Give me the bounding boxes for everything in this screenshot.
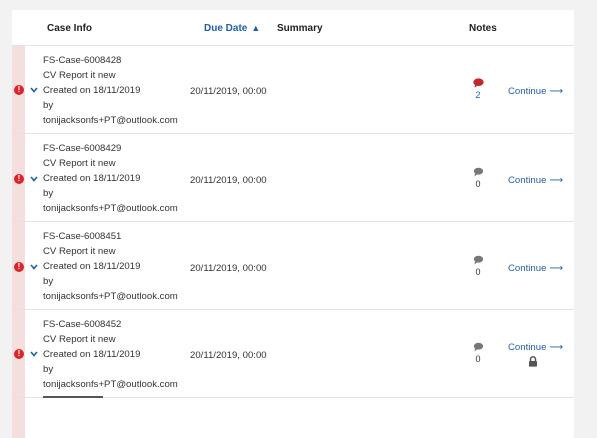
due-date: 20/11/2019, 00:00 bbox=[190, 350, 267, 361]
case-email: tonijacksonfs+PT@outlook.com bbox=[43, 115, 178, 126]
case-by: by bbox=[43, 188, 54, 199]
notes-count: 0 bbox=[475, 267, 481, 277]
case-info: FS-Case-6008451 CV Report it new Created… bbox=[43, 229, 178, 304]
arrow-right-icon[interactable]: ⟶ bbox=[549, 342, 563, 353]
arrow-right-icon[interactable]: ⟶ bbox=[549, 175, 563, 186]
case-info: FS-Case-6008452 CV Report it new Created… bbox=[43, 317, 178, 392]
case-report-type: CV Report it new bbox=[43, 158, 116, 169]
case-report-type: CV Report it new bbox=[43, 70, 116, 81]
case-created: Created on 18/11/2019 bbox=[43, 349, 141, 360]
table-row bbox=[12, 396, 574, 438]
sort-icon[interactable]: ▲︎ bbox=[251, 23, 260, 33]
exclamation-circle-icon: ! bbox=[14, 349, 24, 359]
notes-cell[interactable]: 0 bbox=[467, 255, 489, 278]
comment-icon[interactable] bbox=[473, 255, 484, 265]
notes-cell[interactable]: 0 bbox=[467, 342, 489, 365]
continue-label[interactable]: Continue bbox=[508, 342, 546, 353]
table-row: ! FS-Case-6008452 CV Report it new Creat… bbox=[12, 310, 574, 398]
case-email: tonijacksonfs+PT@outlook.com bbox=[43, 291, 178, 302]
chevron-down-icon[interactable] bbox=[30, 87, 40, 95]
column-header-notes: Notes bbox=[469, 23, 497, 34]
notes-count: 2 bbox=[475, 90, 481, 100]
chevron-down-icon[interactable] bbox=[30, 351, 40, 359]
column-header-due-date[interactable]: Due Date ▲︎ bbox=[204, 23, 260, 34]
case-by: by bbox=[43, 100, 54, 111]
chevron-down-icon[interactable] bbox=[30, 264, 40, 272]
notes-cell[interactable]: 0 bbox=[467, 167, 489, 190]
column-header-case-info: Case Info bbox=[47, 23, 93, 34]
continue-link[interactable]: Continue ⟶ bbox=[508, 263, 563, 274]
case-id: FS-Case-6008452 bbox=[43, 319, 122, 330]
case-created: Created on 18/11/2019 bbox=[43, 173, 141, 184]
case-report-type: CV Report it new bbox=[43, 334, 116, 345]
table-row: ! FS-Case-6008451 CV Report it new Creat… bbox=[12, 222, 574, 310]
table-row: ! FS-Case-6008429 CV Report it new Creat… bbox=[12, 134, 574, 222]
notes-count: 0 bbox=[475, 354, 481, 364]
comment-icon[interactable] bbox=[473, 167, 484, 177]
case-created: Created on 18/11/2019 bbox=[43, 85, 141, 96]
continue-label[interactable]: Continue bbox=[508, 175, 546, 186]
due-date: 20/11/2019, 00:00 bbox=[190, 175, 267, 186]
table-header: Case Info Due Date ▲︎ Summary Notes bbox=[12, 10, 574, 46]
notes-count: 0 bbox=[475, 179, 481, 189]
continue-link[interactable]: Continue ⟶ bbox=[508, 86, 563, 97]
continue-label[interactable]: Continue bbox=[508, 86, 546, 97]
arrow-right-icon[interactable]: ⟶ bbox=[549, 263, 563, 274]
case-by: by bbox=[43, 276, 54, 287]
notes-cell[interactable]: 2 bbox=[467, 78, 489, 101]
chevron-down-icon[interactable] bbox=[30, 176, 40, 184]
case-id: FS-Case-6008429 bbox=[43, 143, 122, 154]
exclamation-circle-icon: ! bbox=[14, 262, 24, 272]
cases-table: Case Info Due Date ▲︎ Summary Notes ! FS-… bbox=[12, 10, 574, 438]
case-id: FS-Case-6008451 bbox=[43, 231, 122, 242]
case-id: FS-Case-6008428 bbox=[43, 55, 122, 66]
continue-link[interactable]: Continue ⟶ bbox=[508, 342, 563, 353]
exclamation-circle-icon: ! bbox=[14, 85, 24, 95]
case-email: tonijacksonfs+PT@outlook.com bbox=[43, 203, 178, 214]
table-row: ! FS-Case-6008428 CV Report it new Creat… bbox=[12, 46, 574, 134]
comment-icon[interactable] bbox=[472, 78, 484, 88]
due-date: 20/11/2019, 00:00 bbox=[190, 263, 267, 274]
case-info bbox=[43, 396, 103, 400]
case-id-partial bbox=[43, 396, 103, 400]
comment-icon[interactable] bbox=[473, 342, 484, 352]
case-info: FS-Case-6008428 CV Report it new Created… bbox=[43, 53, 178, 128]
case-info: FS-Case-6008429 CV Report it new Created… bbox=[43, 141, 178, 216]
exclamation-circle-icon: ! bbox=[14, 174, 24, 184]
due-date-label[interactable]: Due Date bbox=[204, 23, 247, 34]
alert-stripe bbox=[12, 398, 25, 438]
due-date: 20/11/2019, 00:00 bbox=[190, 86, 267, 97]
lock-icon bbox=[529, 356, 537, 367]
case-report-type: CV Report it new bbox=[43, 246, 116, 257]
case-created: Created on 18/11/2019 bbox=[43, 261, 141, 272]
case-by: by bbox=[43, 364, 54, 375]
continue-link[interactable]: Continue ⟶ bbox=[508, 175, 563, 186]
column-header-summary: Summary bbox=[277, 23, 323, 34]
continue-label[interactable]: Continue bbox=[508, 263, 546, 274]
case-email: tonijacksonfs+PT@outlook.com bbox=[43, 379, 178, 390]
arrow-right-icon[interactable]: ⟶ bbox=[549, 86, 563, 97]
